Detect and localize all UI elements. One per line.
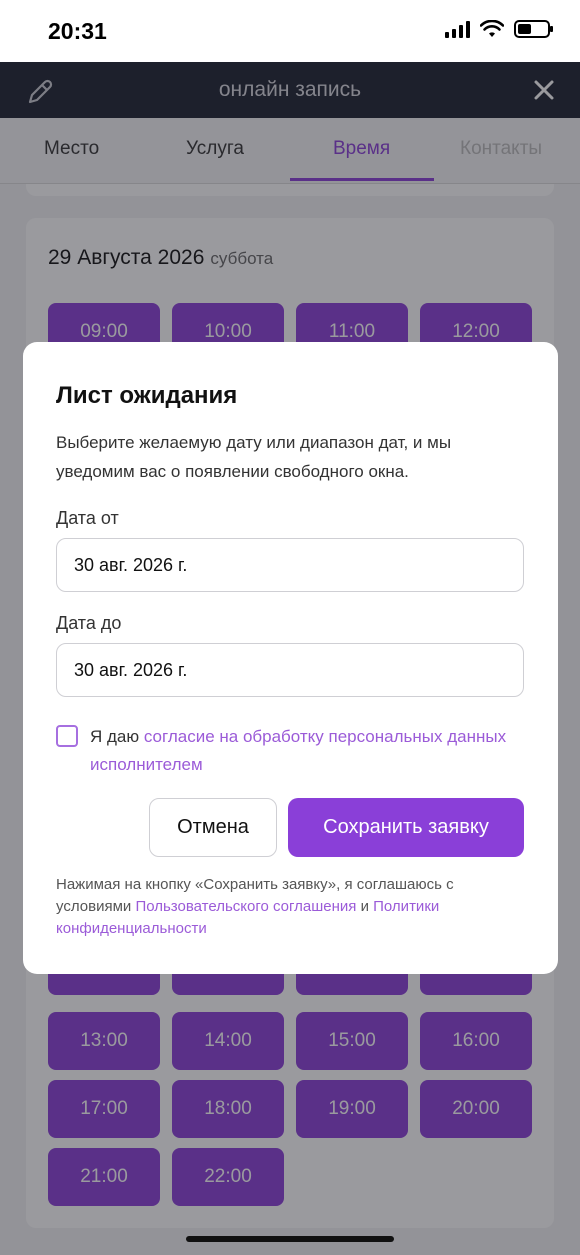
dialog-description: Выберите желаемую дату или диапазон дат,… xyxy=(56,433,452,481)
consent-row: Я даю согласие на обработку персональных… xyxy=(56,723,526,779)
status-bar: 20:31 xyxy=(0,0,580,62)
home-indicator xyxy=(186,1236,394,1242)
date-from-label: Дата от xyxy=(56,508,119,528)
wifi-icon xyxy=(480,20,504,37)
consent-link[interactable]: согласие на обработку персональных данны… xyxy=(90,727,506,774)
consent-checkbox[interactable] xyxy=(56,725,78,747)
save-request-button[interactable]: Сохранить заявку xyxy=(288,798,524,857)
user-agreement-link[interactable]: Пользовательского соглашения xyxy=(135,898,356,915)
cellular-signal-icon xyxy=(445,20,470,38)
status-time: 20:31 xyxy=(48,18,107,44)
battery-icon xyxy=(514,20,553,38)
date-from-field[interactable] xyxy=(56,538,524,592)
waitlist-dialog: Лист ожидания Выберите желаемую дату или… xyxy=(23,342,558,974)
status-icons xyxy=(445,20,553,38)
consent-prefix: Я даю xyxy=(90,727,144,746)
dialog-title: Лист ожидания xyxy=(56,382,238,409)
date-to-field[interactable] xyxy=(56,643,524,697)
terms-footnote: Нажимая на кнопку «Сохранить заявку», я … xyxy=(56,874,526,940)
date-to-label: Дата до xyxy=(56,613,122,633)
footnote-and: и xyxy=(356,898,374,915)
consent-text: Я даю согласие на обработку персональных… xyxy=(90,723,526,779)
cancel-button[interactable]: Отмена xyxy=(149,798,277,857)
